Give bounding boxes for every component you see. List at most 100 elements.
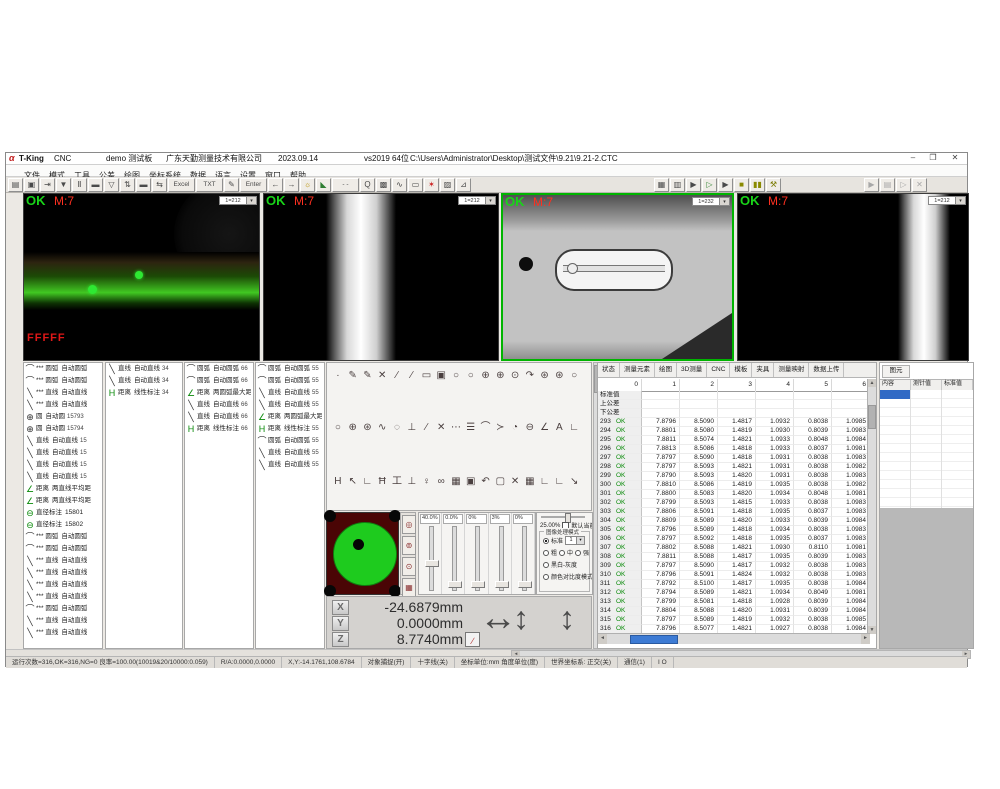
measure-chart-icon[interactable]: ⊿: [456, 178, 471, 192]
toolbox-icon[interactable]: ▭: [420, 369, 434, 383]
radio-color[interactable]: [543, 574, 549, 580]
toolbox-icon[interactable]: ⊛: [552, 369, 566, 383]
element-list-item[interactable]: ∠ 距离 两圆弧最大距: [256, 411, 324, 423]
excel-export-button[interactable]: Excel: [168, 178, 195, 192]
light-grid-icon[interactable]: ▦: [402, 578, 416, 597]
table-row[interactable]: 312OK 7.8794 8.5089 1.4821 1.0934 0.8049…: [598, 589, 870, 598]
scroll-left-icon[interactable]: ◄: [598, 634, 607, 644]
toolbox-icon[interactable]: ∿: [375, 421, 389, 435]
arrow-right-icon[interactable]: →: [284, 178, 299, 192]
column-header[interactable]: 标准值: [942, 380, 973, 390]
camera-combo-value[interactable]: 1=232: [692, 197, 720, 206]
ring-light-control[interactable]: [326, 512, 399, 595]
radio-bw[interactable]: [543, 562, 549, 568]
toolbox-icon[interactable]: ○: [464, 369, 478, 383]
element-list-item[interactable]: ╲ 直线 自动直线 66: [185, 399, 253, 411]
dither-pattern-icon[interactable]: ▨: [440, 178, 455, 192]
save-file-icon[interactable]: ▤: [8, 178, 23, 192]
standard-level-dropdown[interactable]: 1 ▾: [565, 536, 585, 545]
toolbox-icon[interactable]: ✎: [361, 369, 375, 383]
element-list-item[interactable]: ⌒ 圆弧 自动圆弧 55: [256, 375, 324, 387]
camera-view-1[interactable]: OK M:7 FFFFF 1=212 ▾: [23, 193, 260, 361]
chevron-down-icon[interactable]: ▾: [956, 196, 966, 205]
column-header[interactable]: 2: [680, 379, 718, 391]
toolbox-icon[interactable]: ⊙: [508, 369, 522, 383]
run-to-end-icon[interactable]: ▶: [718, 178, 733, 192]
toolbox-icon[interactable]: H: [331, 475, 345, 489]
xy-jog-icon[interactable]: ↔: [479, 597, 517, 640]
element-list-item[interactable]: ⌒ *** 圆弧 自动圆弧: [24, 531, 102, 543]
table-row[interactable]: 308OK 7.8811 8.5088 1.4817 1.0935 0.8039…: [598, 553, 870, 562]
results-tab[interactable]: 状态: [598, 363, 620, 377]
calibration-grid-icon[interactable]: ▩: [376, 178, 391, 192]
toolbox-icon[interactable]: ⊛: [361, 421, 375, 435]
curve-tool-icon[interactable]: ∿: [392, 178, 407, 192]
table-row[interactable]: 299OK 7.8790 8.5093 1.4820 1.0931 0.8038…: [598, 472, 870, 481]
toolbox-icon[interactable]: ∕: [390, 369, 404, 383]
blank-tool-icon[interactable]: ▭: [408, 178, 423, 192]
program-steps-icon[interactable]: ▥: [670, 178, 685, 192]
toolbox-icon[interactable]: ↷: [523, 369, 537, 383]
play-disabled-icon[interactable]: ▶: [864, 178, 879, 192]
slider-track[interactable]: [429, 526, 434, 591]
toolbox-icon[interactable]: ⋯: [449, 421, 463, 435]
element-list-item[interactable]: ∠ 距离 两直线平均距: [24, 483, 102, 495]
element-list-item[interactable]: ╲ 直线 自动直线 15: [24, 459, 102, 471]
element-list-item[interactable]: H 距离 线性标注 66: [185, 423, 253, 435]
scrollbar-thumb[interactable]: [630, 635, 678, 644]
toolbox-icon[interactable]: ∟: [538, 475, 552, 489]
stop-icon[interactable]: ■: [734, 178, 749, 192]
toolbox-icon[interactable]: ⊛: [538, 369, 552, 383]
element-list-item[interactable]: ╲ 直线 自动直线 55: [256, 447, 324, 459]
element-list-item[interactable]: ∠ 距离 两直线平均距: [24, 495, 102, 507]
slider-thumb[interactable]: [518, 581, 532, 588]
table-row[interactable]: 293OK 7.8796 8.5090 1.4817 1.0932 0.8038…: [598, 418, 870, 427]
table-row[interactable]: 313OK 7.8799 8.5081 1.4818 1.0928 0.8039…: [598, 598, 870, 607]
element-list-item[interactable]: H 距离 线性标注 34: [106, 387, 182, 399]
table-row[interactable]: 302OK 7.8799 8.5093 1.4815 1.0933 0.8038…: [598, 499, 870, 508]
table-row[interactable]: 标准值: [598, 391, 870, 400]
scroll-up-icon[interactable]: ▲: [868, 379, 876, 387]
table-row[interactable]: 305OK 7.8796 8.5089 1.4818 1.0934 0.8038…: [598, 526, 870, 535]
chevron-down-icon[interactable]: ▾: [486, 196, 496, 205]
results-tab[interactable]: 模板: [730, 363, 752, 377]
table-row[interactable]: 304OK 7.8809 8.5089 1.4820 1.0933 0.8039…: [598, 517, 870, 526]
element-panel-tab[interactable]: 图元: [882, 365, 910, 378]
toolbox-icon[interactable]: ⊥: [405, 421, 419, 435]
slider-thumb[interactable]: [425, 560, 439, 567]
toolbox-icon[interactable]: ∟: [361, 475, 375, 489]
toolbox-icon[interactable]: ▣: [464, 475, 478, 489]
report-pen-icon[interactable]: ✎: [224, 178, 239, 192]
toolbox-icon[interactable]: 工: [390, 475, 404, 489]
radio-coarse[interactable]: [543, 550, 549, 556]
element-list-item[interactable]: ╲ *** 直线 自动直线: [24, 615, 102, 627]
calibrate-icon[interactable]: Ⅱ: [72, 178, 87, 192]
element-list-item[interactable]: ⌒ *** 圆弧 自动圆弧: [24, 363, 102, 375]
element-list-item[interactable]: ⌒ *** 圆弧 自动圆弧: [24, 375, 102, 387]
element-list-item[interactable]: ╲ 直线 自动直线 55: [256, 387, 324, 399]
laser-cross-icon[interactable]: ✶: [424, 178, 439, 192]
toolbox-icon[interactable]: ▣: [434, 369, 448, 383]
element-list-item[interactable]: ∠ 距离 两圆弧最大距: [185, 387, 253, 399]
toolbox-icon[interactable]: ∟: [552, 475, 566, 489]
txt-export-button[interactable]: TXT: [196, 178, 223, 192]
element-list-item[interactable]: ⌒ *** 圆弧 自动圆弧: [24, 543, 102, 555]
table-row[interactable]: 上公差: [598, 400, 870, 409]
table-row[interactable]: 311OK 7.8792 8.5100 1.4817 1.0935 0.8038…: [598, 580, 870, 589]
chevron-down-icon[interactable]: ▾: [576, 537, 584, 544]
camera-combo-value[interactable]: 1=212: [458, 196, 486, 205]
table-row[interactable]: 下公差: [598, 409, 870, 418]
results-tab[interactable]: CNC: [707, 363, 730, 377]
ring-light-circle[interactable]: [333, 522, 397, 586]
xy-axis-icon[interactable]: ⇆: [152, 178, 167, 192]
camera-view-2[interactable]: OK M:7 1=212 ▾: [263, 193, 499, 361]
element-list-item[interactable]: ╲ *** 直线 自动直线: [24, 591, 102, 603]
toolbox-icon[interactable]: Ħ: [375, 475, 389, 489]
element-list-item[interactable]: ⌒ 圆弧 自动圆弧 66: [185, 363, 253, 375]
column-header[interactable]: 6: [832, 379, 870, 391]
results-tab[interactable]: 测量元素: [620, 363, 655, 377]
y-axis-icon[interactable]: Y: [332, 616, 349, 631]
toolbox-icon[interactable]: ▦: [523, 475, 537, 489]
slider-thumb[interactable]: [448, 581, 462, 588]
toolbox-icon[interactable]: ○: [567, 369, 581, 383]
